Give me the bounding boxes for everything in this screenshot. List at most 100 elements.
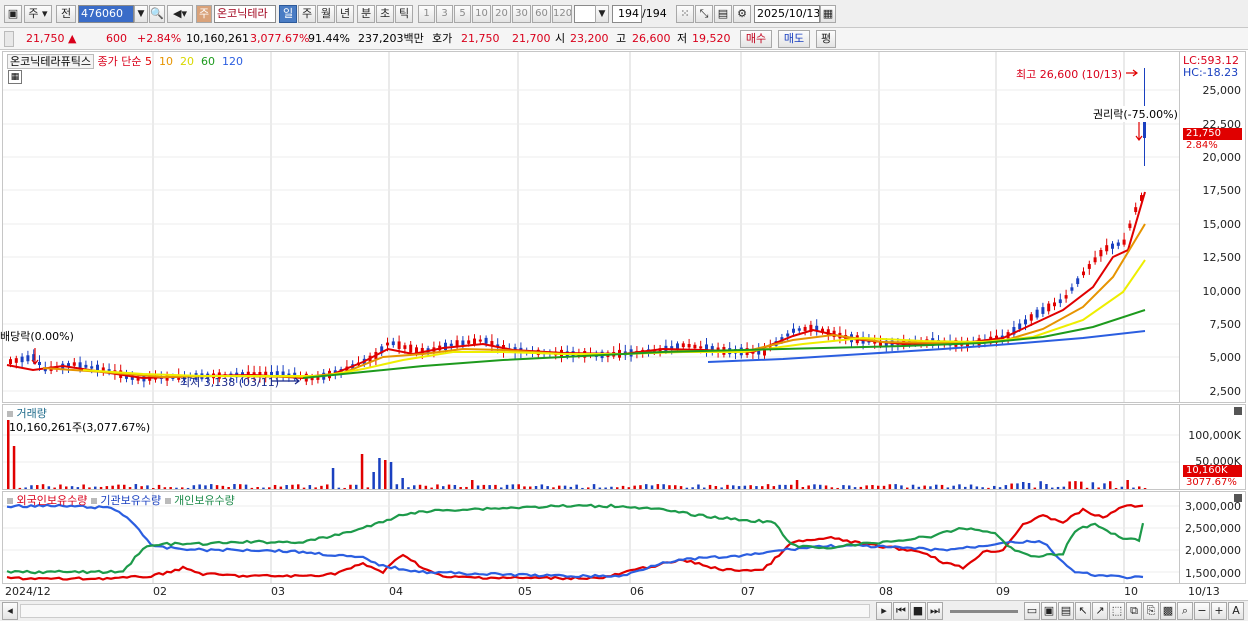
tab-week[interactable]: 주 bbox=[298, 5, 316, 23]
stop-icon[interactable]: ■ bbox=[910, 602, 926, 620]
gear-icon[interactable]: ⚙ bbox=[733, 5, 751, 23]
volume-bar bbox=[1051, 487, 1054, 489]
volume-panel[interactable] bbox=[2, 404, 1180, 490]
rewind-icon[interactable]: ⏮ bbox=[893, 602, 909, 620]
calendar-icon[interactable]: ▦ bbox=[820, 5, 836, 23]
search-icon[interactable]: 🔍 bbox=[149, 5, 165, 23]
volume-bar bbox=[1080, 481, 1083, 489]
candle-body bbox=[687, 344, 691, 348]
crosshair-icon[interactable]: ⤡ bbox=[695, 5, 713, 23]
interval-1[interactable]: 1 bbox=[418, 5, 435, 23]
prev-button[interactable]: 전 bbox=[56, 5, 76, 23]
sell-button[interactable]: 매도 bbox=[778, 30, 810, 48]
text-tool-icon[interactable]: A bbox=[1228, 602, 1244, 620]
select-icon[interactable]: ⬚ bbox=[1109, 602, 1125, 620]
pointer-icon[interactable]: ↗ bbox=[1092, 602, 1108, 620]
volume-bar bbox=[30, 485, 33, 489]
stock-title[interactable]: 온코닉테라퓨틱스 bbox=[7, 54, 94, 69]
layout-icon[interactable]: ▭ bbox=[1024, 602, 1040, 620]
copy-icon[interactable]: ⎘ bbox=[1143, 602, 1159, 620]
volume-bar bbox=[1062, 486, 1066, 489]
volume-bar bbox=[766, 484, 770, 489]
volume-tag: 10,160K bbox=[1183, 465, 1242, 477]
volume-bar bbox=[975, 486, 979, 489]
bar-count-input[interactable]: 194 bbox=[612, 5, 642, 23]
speaker-icon[interactable]: ◀▾ bbox=[167, 5, 193, 23]
ma20-label: 20 bbox=[179, 55, 194, 68]
volume-bar bbox=[1114, 487, 1118, 489]
code-input[interactable]: 476060 bbox=[78, 5, 134, 23]
interval-5[interactable]: 5 bbox=[454, 5, 471, 23]
volume-bar bbox=[355, 484, 358, 489]
volume-bar bbox=[378, 458, 381, 489]
volume-bar bbox=[778, 484, 781, 489]
volume-bar bbox=[534, 485, 538, 489]
plus-icon[interactable]: + bbox=[1211, 602, 1227, 620]
tab-second[interactable]: 초 bbox=[376, 5, 394, 23]
dots-icon[interactable]: ⁙ bbox=[676, 5, 694, 23]
layout3-icon[interactable]: ▤ bbox=[1058, 602, 1074, 620]
quote-expand-icon[interactable] bbox=[4, 31, 14, 47]
volume-bar bbox=[529, 486, 532, 489]
volume-bar bbox=[1010, 483, 1013, 489]
interval-10[interactable]: 10 bbox=[472, 5, 491, 23]
interval-120[interactable]: 120 bbox=[552, 5, 572, 23]
volume-bar bbox=[540, 484, 544, 489]
date-input[interactable]: 2025/10/13 bbox=[754, 5, 820, 23]
interval-30[interactable]: 30 bbox=[512, 5, 531, 23]
x-label: 07 bbox=[741, 585, 755, 598]
volume-bar bbox=[233, 484, 236, 489]
zoom-slider[interactable] bbox=[950, 610, 1018, 613]
volume-bar bbox=[76, 487, 80, 489]
candle-body bbox=[478, 339, 482, 342]
volume-bar bbox=[755, 486, 758, 489]
panel-close-icon[interactable] bbox=[1234, 407, 1242, 415]
volume-bar bbox=[198, 484, 201, 489]
candle-body bbox=[792, 328, 795, 333]
calculator-icon[interactable]: ▦ bbox=[8, 70, 22, 84]
volume-bar bbox=[268, 487, 271, 489]
market-select[interactable]: 주 ▾ bbox=[24, 5, 52, 23]
play-icon[interactable]: ▸ bbox=[876, 602, 892, 620]
candle-body bbox=[1064, 295, 1068, 299]
volume-bar bbox=[1016, 483, 1019, 489]
volume-bar bbox=[65, 486, 68, 489]
tab-month[interactable]: 월 bbox=[317, 5, 335, 23]
arrow-tool-icon[interactable]: ↖ bbox=[1075, 602, 1091, 620]
interval-60[interactable]: 60 bbox=[532, 5, 551, 23]
volume-bar bbox=[737, 486, 741, 489]
code-dropdown-icon[interactable]: ▼ bbox=[134, 5, 148, 23]
volume-bar bbox=[581, 487, 584, 489]
volume-bar bbox=[320, 485, 323, 489]
tab-minute[interactable]: 분 bbox=[357, 5, 375, 23]
volume-bar bbox=[848, 485, 851, 489]
volume-bar bbox=[824, 485, 828, 489]
tab-year[interactable]: 년 bbox=[336, 5, 354, 23]
zoom-icon[interactable]: ⌕ bbox=[1177, 602, 1193, 620]
candle-body bbox=[1105, 245, 1109, 252]
forward-icon[interactable]: ⏭ bbox=[927, 602, 943, 620]
holding-legend: 외국인보유수량 기관보유수량 개인보유수량 bbox=[7, 492, 235, 508]
compare-icon[interactable]: ⧉ bbox=[1126, 602, 1142, 620]
evaluate-button[interactable]: 평 bbox=[816, 30, 836, 48]
minus-icon[interactable]: − bbox=[1194, 602, 1210, 620]
volume-bar bbox=[505, 484, 509, 489]
buy-button[interactable]: 매수 bbox=[740, 30, 772, 48]
volume-bar bbox=[940, 484, 944, 489]
layout2-icon[interactable]: ▣ bbox=[1041, 602, 1057, 620]
scrollbar-track[interactable] bbox=[20, 604, 870, 618]
tab-day[interactable]: 일 bbox=[279, 5, 297, 23]
volume-axis: 100,000K 50,000K 10,160K 3077.67% bbox=[1180, 404, 1246, 490]
save-icon[interactable]: ▤ bbox=[714, 5, 732, 23]
image-icon[interactable]: ▩ bbox=[1160, 602, 1176, 620]
interval-3[interactable]: 3 bbox=[436, 5, 453, 23]
interval-dropdown-icon[interactable]: ▼ bbox=[595, 5, 609, 23]
scroll-left-icon[interactable]: ◂ bbox=[2, 602, 18, 620]
interval-20[interactable]: 20 bbox=[492, 5, 511, 23]
volume-bar bbox=[639, 485, 642, 489]
window-icon[interactable]: ▣ bbox=[4, 5, 22, 23]
volume-bar bbox=[842, 485, 845, 489]
volume-bar bbox=[181, 487, 184, 489]
tab-tick[interactable]: 틱 bbox=[395, 5, 413, 23]
price-chart-panel[interactable] bbox=[2, 51, 1180, 403]
